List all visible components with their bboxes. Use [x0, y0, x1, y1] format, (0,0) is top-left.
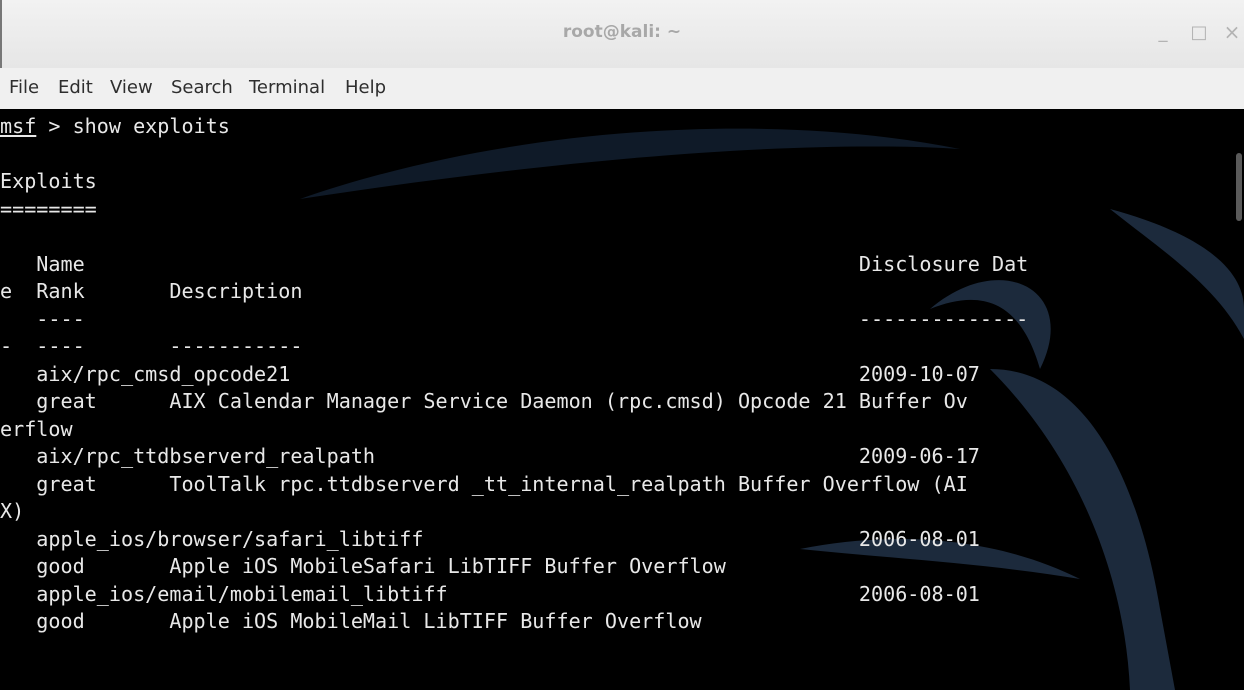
- menu-help[interactable]: Help: [345, 77, 386, 98]
- output-line: Exploits: [0, 169, 97, 193]
- menu-file[interactable]: File: [9, 77, 39, 98]
- output-line: e Rank Description: [0, 279, 303, 303]
- command-line: msf > show exploits: [0, 113, 1028, 141]
- menu-search[interactable]: Search: [171, 77, 233, 98]
- output-line: Name Disclosure Dat: [0, 251, 1029, 276]
- output-line: X): [0, 499, 25, 523]
- terminal-window: root@kali: ~ _ □ × File Edit View Search…: [0, 0, 1244, 690]
- menu-terminal[interactable]: Terminal: [249, 77, 325, 98]
- output-line: good Apple iOS MobileSafari LibTIFF Buff…: [0, 554, 726, 578]
- output-line: great AIX Calendar Manager Service Daemo…: [0, 389, 968, 413]
- menu-edit[interactable]: Edit: [58, 77, 93, 98]
- output-line: - ---- -----------: [0, 334, 303, 358]
- output-line: erflow: [0, 416, 73, 441]
- output-line: ---- --------------: [0, 306, 1029, 331]
- output-line: great ToolTalk rpc.ttdbserverd _tt_inter…: [0, 471, 968, 496]
- output-line: good Apple iOS MobileMail LibTIFF Buffer…: [0, 609, 702, 633]
- maximize-icon[interactable]: □: [1187, 20, 1211, 44]
- minimize-icon[interactable]: _: [1151, 20, 1175, 44]
- window-title: root@kali: ~: [562, 22, 682, 42]
- output-line: apple_ios/browser/safari_libtiff 2006-08…: [0, 526, 980, 551]
- terminal-output: msf > show exploits Exploits ======== Name…: [0, 113, 1028, 636]
- output-line: aix/rpc_ttdbserverd_realpath 2009-06-17: [0, 444, 980, 468]
- output-line: aix/rpc_cmsd_opcode21 2009-10-07: [0, 361, 980, 386]
- output-line: ========: [0, 196, 97, 221]
- title-bar[interactable]: root@kali: ~ _ □ ×: [0, 0, 1244, 69]
- output-line: apple_ios/email/mobilemail_libtiff 2006-…: [0, 581, 980, 606]
- close-icon[interactable]: ×: [1220, 20, 1244, 44]
- msf-prompt: msf: [0, 114, 37, 138]
- command-text: > show exploits: [36, 114, 230, 138]
- menu-view[interactable]: View: [110, 77, 153, 98]
- menu-bar: File Edit View Search Terminal Help: [0, 68, 1244, 109]
- scrollbar-thumb[interactable]: [1236, 153, 1242, 221]
- terminal-scrollbar[interactable]: [1234, 109, 1244, 690]
- terminal-area[interactable]: msf > show exploits Exploits ======== Name…: [0, 109, 1244, 690]
